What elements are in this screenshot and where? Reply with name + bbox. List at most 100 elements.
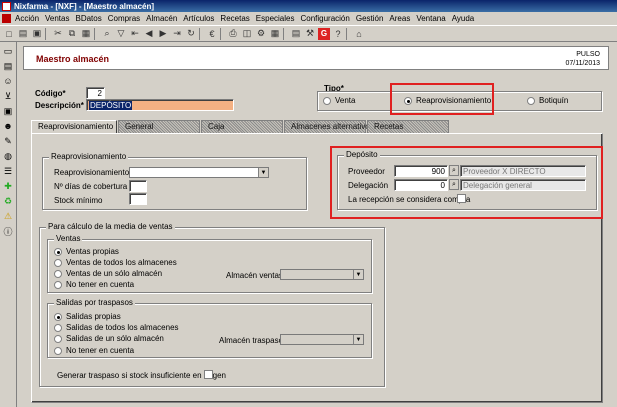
radio-ventas-todos-label: Ventas de todos los almacenes [66, 258, 177, 267]
descripcion-input[interactable]: DEPÓSITO [86, 99, 234, 111]
tab-reaprovisionamiento[interactable]: Reaprovisionamiento [31, 120, 117, 134]
find-icon[interactable]: ⌕ [101, 28, 113, 40]
pill-icon[interactable]: ◍ [2, 150, 14, 162]
radio-ventas-uno[interactable]: Ventas de un sólo almacén [54, 269, 162, 278]
descripcion-value: DEPÓSITO [89, 101, 133, 110]
radio-salidas-uno[interactable]: Salidas de un sólo almacén [54, 334, 164, 343]
radio-salidas-no-dot [54, 346, 62, 355]
copy-icon[interactable]: ⧉ [66, 28, 78, 40]
warning-icon[interactable]: ⚠ [2, 210, 14, 222]
stock-minimo-input[interactable] [129, 193, 147, 205]
filter-icon[interactable]: ▽ [115, 28, 127, 40]
euro-icon[interactable]: € [206, 28, 218, 40]
menu-accion[interactable]: Acción [15, 14, 39, 23]
radio-venta-dot [323, 96, 331, 105]
system-menu-icon[interactable] [2, 14, 11, 23]
menu-gestion[interactable]: Gestión [356, 14, 384, 23]
toolbar-separator [45, 27, 49, 40]
menu-articulos[interactable]: Artículos [183, 14, 214, 23]
menu-recetas[interactable]: Recetas [220, 14, 249, 23]
preview-icon[interactable]: ◫ [241, 28, 253, 40]
cut-icon[interactable]: ✂ [52, 28, 64, 40]
save-icon[interactable]: ▣ [31, 28, 43, 40]
toolbar-separator [346, 27, 350, 40]
cart-icon[interactable]: ⊻ [2, 90, 14, 102]
user-icon[interactable]: ☺ [2, 75, 14, 87]
radio-botiquin[interactable]: Botiquín [527, 96, 568, 105]
menu-bdatos[interactable]: BDatos [75, 14, 101, 23]
settings-icon[interactable]: ⚙ [255, 28, 267, 40]
radio-salidas-no[interactable]: No tener en cuenta [54, 346, 134, 355]
tab-recetas[interactable]: Recetas [367, 120, 449, 133]
menu-areas[interactable]: Areas [389, 14, 410, 23]
sales-icon[interactable]: ▭ [2, 45, 14, 57]
radio-salidas-todos-dot [54, 323, 62, 332]
almacen-ventas-select[interactable]: ▼ [280, 269, 364, 280]
prev-icon[interactable]: ◀ [143, 28, 155, 40]
info-icon[interactable]: ⓘ [2, 225, 14, 237]
content-area: Maestro almacén PULSO 07/11/2013 Código*… [17, 42, 617, 407]
open-icon[interactable]: ▤ [17, 28, 29, 40]
people-icon[interactable]: ☻ [2, 120, 14, 132]
reapro-group-title: Reaprovisionamiento [49, 152, 129, 161]
last-icon[interactable]: ⇥ [171, 28, 183, 40]
radio-salidas-propias[interactable]: Salidas propias [54, 312, 121, 321]
radio-venta[interactable]: Venta [323, 96, 355, 105]
menu-almacen[interactable]: Almacén [146, 14, 177, 23]
radio-ventas-no-dot [54, 280, 62, 289]
salidas-group-title: Salidas por traspasos [54, 298, 135, 307]
user-label: PULSO [576, 51, 600, 58]
tab-general[interactable]: General [118, 120, 200, 133]
almacen-traspaso-select[interactable]: ▼ [280, 334, 364, 345]
menu-configuracion[interactable]: Configuración [300, 14, 349, 23]
dias-cobertura-input[interactable] [129, 180, 147, 192]
new-icon[interactable]: □ [3, 28, 15, 40]
radio-ventas-propias-dot [54, 247, 62, 256]
menu-especiales[interactable]: Especiales [256, 14, 295, 23]
radio-salidas-todos[interactable]: Salidas de todos los almacenes [54, 323, 179, 332]
generar-traspaso-checkbox[interactable] [204, 370, 213, 379]
reapro-select[interactable]: ▼ [129, 167, 269, 178]
radio-salidas-propias-dot [54, 312, 62, 321]
tab-caja[interactable]: Caja [201, 120, 283, 133]
list-icon[interactable]: ☰ [2, 165, 14, 177]
print-icon[interactable]: ⎙ [227, 28, 239, 40]
menu-ventana[interactable]: Ventana [416, 14, 445, 23]
refresh-icon[interactable]: ↻ [185, 28, 197, 40]
recycle-icon[interactable]: ♻ [2, 195, 14, 207]
tools-icon[interactable]: ⚒ [304, 28, 316, 40]
home-icon[interactable]: ⌂ [353, 28, 365, 40]
toolbar: □ ▤ ▣ ✂ ⧉ ▦ ⌕ ▽ ⇤ ◀ ▶ ⇥ ↻ € ⎙ ◫ ⚙ ▦ ▤ ⚒ … [0, 25, 617, 42]
menu-ventas[interactable]: Ventas [45, 14, 69, 23]
g-icon[interactable]: G [318, 27, 330, 40]
register-icon[interactable]: ▤ [2, 60, 14, 72]
radio-ventas-uno-label: Ventas de un sólo almacén [66, 269, 163, 278]
highlight-deposito [330, 146, 603, 219]
radio-salidas-todos-label: Salidas de todos los almacenes [66, 323, 179, 332]
pencil-icon[interactable]: ✎ [2, 135, 14, 147]
stock-minimo-label: Stock mínimo [54, 196, 103, 205]
cross-icon[interactable]: ✚ [2, 180, 14, 192]
calendar-icon[interactable]: ▦ [269, 28, 281, 40]
left-toolbar: ▭ ▤ ☺ ⊻ ▣ ☻ ✎ ◍ ☰ ✚ ♻ ⚠ ⓘ [0, 42, 17, 407]
toolbar-separator [199, 27, 203, 40]
radio-salidas-uno-dot [54, 334, 62, 343]
document-icon[interactable]: ▤ [290, 28, 302, 40]
menu-ayuda[interactable]: Ayuda [452, 14, 475, 23]
highlight-tipo [390, 83, 494, 115]
chevron-down-icon: ▼ [353, 335, 363, 344]
first-icon[interactable]: ⇤ [129, 28, 141, 40]
next-icon[interactable]: ▶ [157, 28, 169, 40]
radio-ventas-no[interactable]: No tener en cuenta [54, 280, 134, 289]
box-icon[interactable]: ▣ [2, 105, 14, 117]
radio-ventas-propias[interactable]: Ventas propias [54, 247, 119, 256]
chevron-down-icon: ▼ [353, 270, 363, 279]
radio-botiquin-dot [527, 96, 535, 105]
question-icon[interactable]: ? [332, 28, 344, 40]
paste-icon[interactable]: ▦ [80, 28, 92, 40]
radio-ventas-todos[interactable]: Ventas de todos los almacenes [54, 258, 177, 267]
header-info: PULSO 07/11/2013 [565, 50, 600, 68]
codigo-input[interactable]: 2 [86, 87, 105, 99]
tab-almacenes-alternativos[interactable]: Almacenes alternativos [284, 120, 374, 133]
menu-compras[interactable]: Compras [108, 14, 140, 23]
